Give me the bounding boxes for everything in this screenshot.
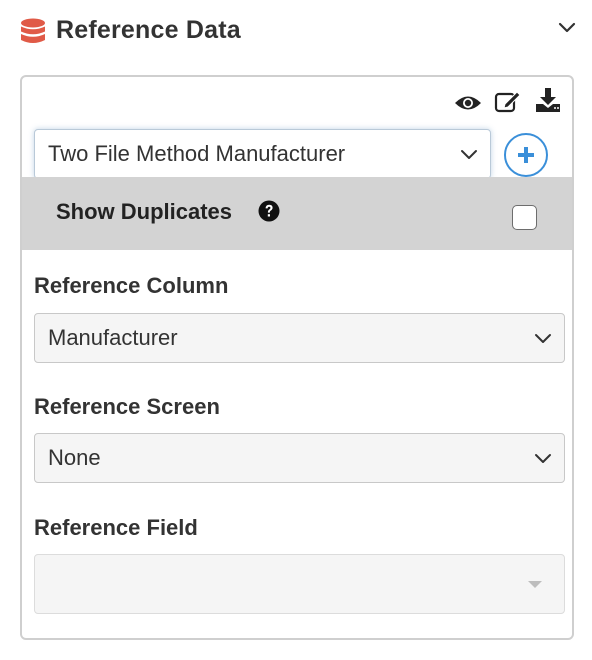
- panel-title: Reference Data: [56, 16, 241, 44]
- reference-column-value: Manufacturer: [48, 325, 178, 350]
- reference-screen-value: None: [48, 445, 101, 470]
- reference-column-label: Reference Column: [34, 273, 229, 298]
- method-select-value: Two File Method Manufacturer: [48, 141, 346, 166]
- chevron-down-icon: [535, 454, 551, 463]
- database-icon: [21, 18, 45, 43]
- add-reference-button[interactable]: [504, 133, 548, 177]
- panel-header: Reference Data: [0, 0, 592, 66]
- reference-screen-label: Reference Screen: [34, 394, 220, 419]
- caret-down-icon: [528, 581, 542, 588]
- method-select[interactable]: Two File Method Manufacturer: [34, 129, 491, 179]
- chevron-down-icon[interactable]: [556, 16, 578, 38]
- question-circle-icon[interactable]: [258, 200, 280, 222]
- reference-field-select[interactable]: [34, 554, 565, 614]
- show-duplicates-bar: Show Duplicates: [22, 177, 572, 250]
- reference-screen-select[interactable]: None: [34, 433, 565, 483]
- reference-field-label: Reference Field: [34, 515, 198, 540]
- chevron-down-icon: [535, 334, 551, 343]
- reference-data-card: Two File Method Manufacturer Show Duplic…: [20, 75, 574, 640]
- plus-circle-icon: [518, 147, 534, 163]
- reference-column-select[interactable]: Manufacturer: [34, 313, 565, 363]
- show-duplicates-checkbox[interactable]: [512, 205, 537, 230]
- chevron-down-icon: [461, 150, 477, 159]
- show-duplicates-label: Show Duplicates: [56, 199, 233, 224]
- eye-icon[interactable]: [454, 94, 482, 112]
- edit-icon[interactable]: [494, 89, 522, 113]
- download-icon[interactable]: [535, 87, 561, 113]
